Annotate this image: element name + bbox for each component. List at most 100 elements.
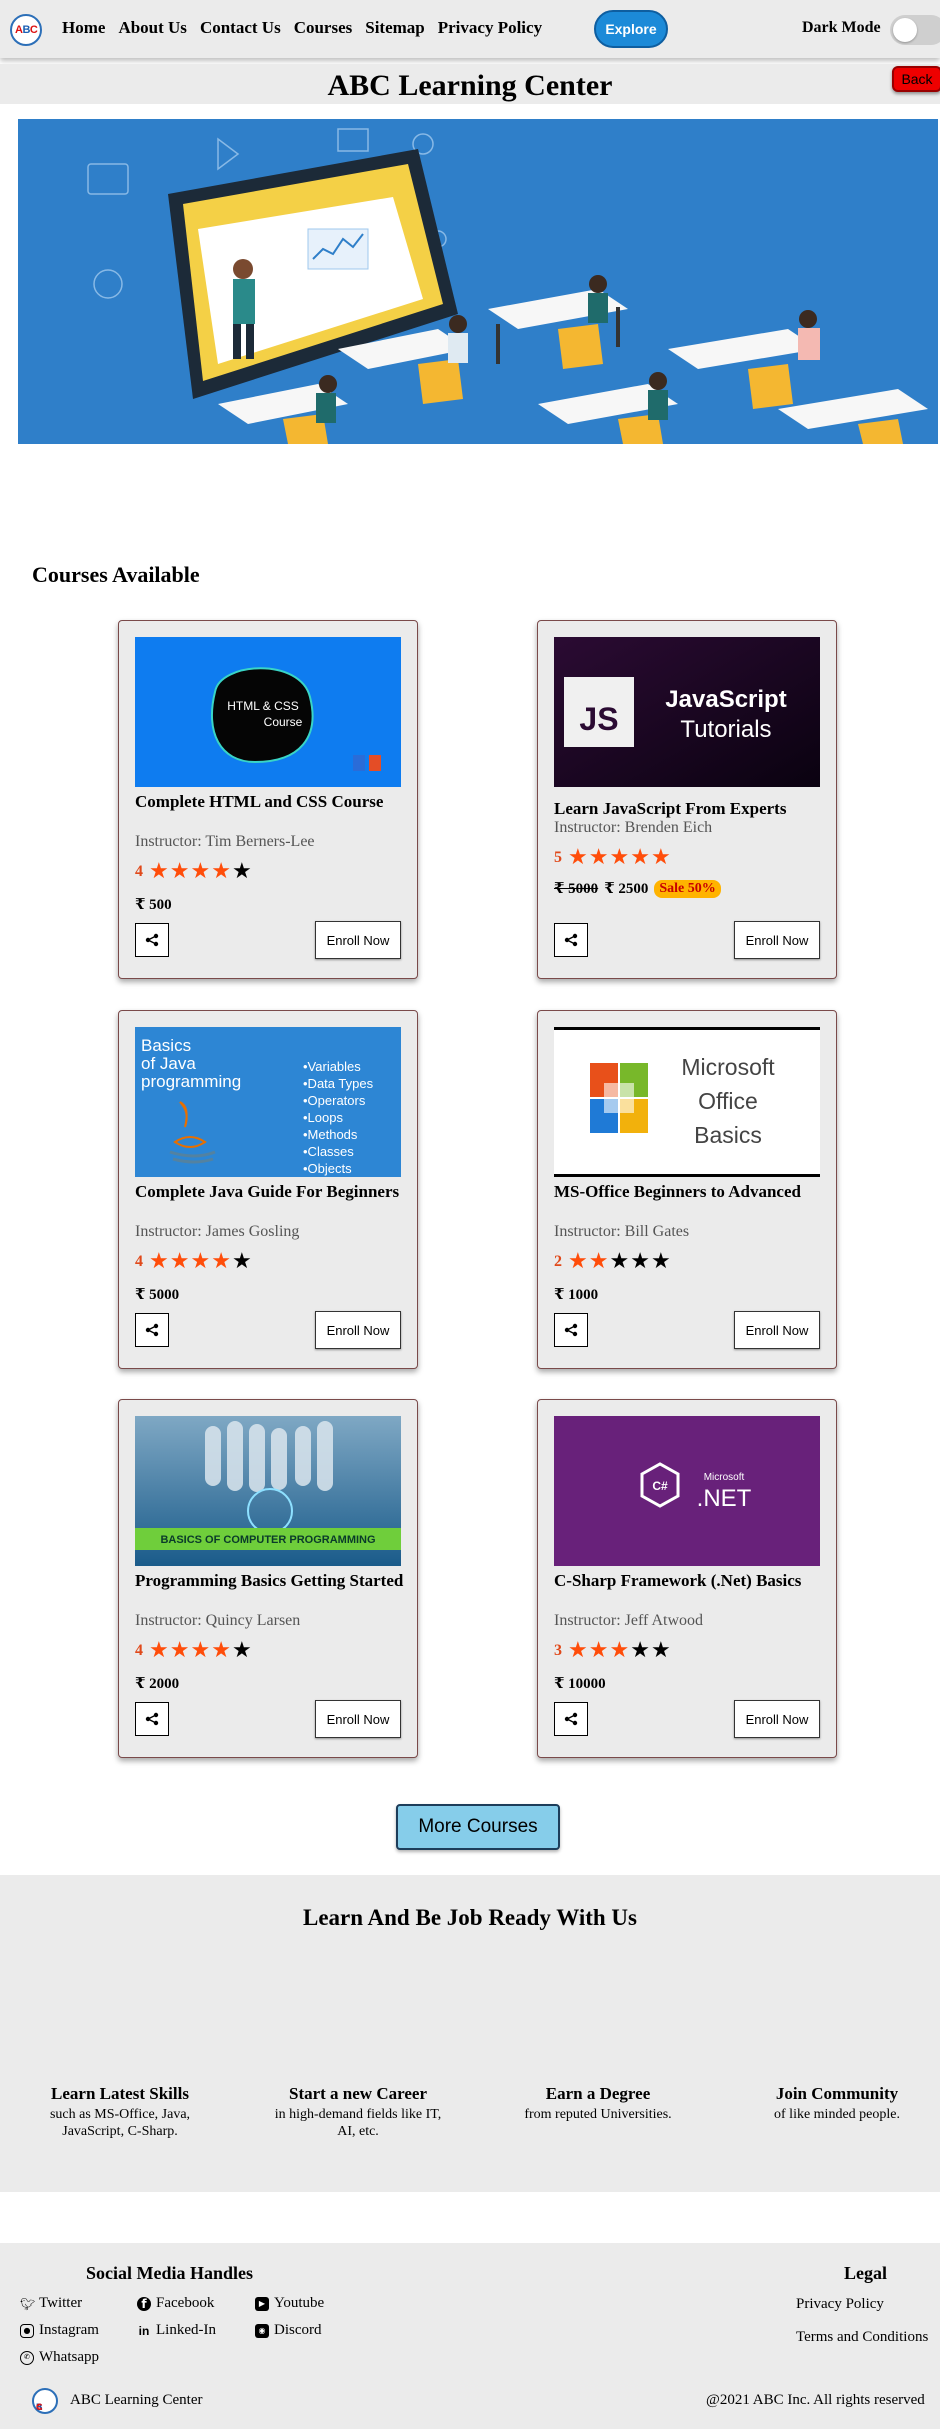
copyright: @2021 ABC Inc. All rights reserved [706,2392,925,2408]
dark-mode-toggle[interactable] [890,15,940,45]
rating-value: 5 [554,849,562,866]
social-linkedin[interactable]: in Linked-In [137,2322,216,2339]
course-price: ₹ 10000 [554,1674,606,1693]
svg-text:Office: Office [698,1088,758,1114]
svg-text:BASICS OF COMPUTER PROGRAMMING: BASICS OF COMPUTER PROGRAMMING [160,1534,375,1546]
footer-logo[interactable]: ABC [32,2388,58,2414]
course-card-html-css: HTML & CSS Course Complete HTML and CSS … [118,620,418,979]
enroll-button[interactable]: Enroll Now [734,1700,820,1738]
star-icon: ★ [169,859,190,884]
svg-text:JS: JS [579,701,618,737]
nav-courses[interactable]: Courses [294,18,353,38]
course-card-javascript: JS JavaScript Tutorials Learn JavaScript… [537,620,837,979]
social-twitter[interactable]: 🐦︎ Twitter [20,2295,82,2312]
svg-text:JavaScript: JavaScript [665,686,786,713]
course-image[interactable]: Microsoft Office Basics [554,1027,820,1177]
share-button[interactable] [135,1702,169,1736]
nav-home[interactable]: Home [62,18,105,38]
course-title: Complete HTML and CSS Course [135,792,384,811]
share-button[interactable] [135,1313,169,1347]
star-icon: ★ [568,1638,588,1663]
rating-value: 4 [135,1642,143,1659]
social-facebook[interactable]: f Facebook [137,2295,214,2312]
enroll-button[interactable]: Enroll Now [315,1700,401,1738]
nav-privacy-policy[interactable]: Privacy Policy [438,18,542,38]
nav-contact-us[interactable]: Contact Us [200,18,281,38]
svg-text:•Classes: •Classes [303,1144,354,1159]
old-price: ₹ 5000 [554,881,599,897]
price-value: ₹ 2500 [604,881,649,897]
star-icon: ★ [149,1249,169,1274]
star-icon: ★ [169,1638,190,1663]
course-instructor: Instructor: Brenden Eich [554,819,713,836]
social-whatsapp[interactable]: ✆ Whatsapp [20,2349,99,2366]
share-button[interactable] [554,1702,588,1736]
price-value: ₹ 10000 [554,1676,606,1692]
price-value: ₹ 2000 [135,1676,180,1692]
course-image[interactable]: BASICS OF COMPUTER PROGRAMMING [135,1416,401,1566]
site-logo[interactable]: ABC [10,14,42,46]
share-icon [564,1323,578,1337]
nav-about-us[interactable]: About Us [118,18,187,38]
toggle-knob [893,18,917,42]
price-value: ₹ 5000 [135,1287,180,1303]
star-icon: ★ [231,859,252,884]
svg-text:•Variables: •Variables [303,1059,361,1074]
share-button[interactable] [135,923,169,957]
course-image[interactable]: C# Microsoft .NET [554,1416,820,1566]
svg-text:C#: C# [652,1479,668,1493]
star-icon: ★ [211,1638,231,1663]
feature-title: Earn a Degree [545,2084,651,2103]
hero-banner [18,119,938,444]
course-instructor: Instructor: Bill Gates [554,1223,690,1240]
social-instagram[interactable]: ● Instagram [20,2322,99,2339]
share-button[interactable] [554,923,588,957]
course-instructor: Instructor: Jeff Atwood [554,1612,704,1629]
explore-button[interactable]: Explore [594,10,668,48]
back-button[interactable]: Back [892,66,940,92]
sale-badge: Sale 50% [654,879,721,898]
svg-text:•Operators: •Operators [303,1093,366,1108]
share-icon [564,933,578,947]
page-title: ABC Learning Center [327,69,613,102]
legal-heading: Legal [844,2263,887,2283]
privacy-policy-link[interactable]: Privacy Policy [796,2296,884,2313]
share-button[interactable] [554,1313,588,1347]
price-value: ₹ 1000 [554,1287,599,1303]
course-card-csharp-dotnet: C# Microsoft .NET C-Sharp Framework (.Ne… [537,1399,837,1758]
svg-text:Tutorials: Tutorials [680,716,771,743]
svg-text:HTML & CSS: HTML & CSS [227,699,299,713]
course-image[interactable]: JS JavaScript Tutorials [554,637,820,787]
svg-text:Microsoft: Microsoft [704,1472,745,1483]
course-title: Complete Java Guide For Beginners [135,1182,400,1201]
social-discord[interactable]: ◉ Discord [255,2322,322,2339]
course-image[interactable]: HTML & CSS Course [135,637,401,787]
course-image[interactable]: Basics of Java programming •Variables •D… [135,1027,401,1177]
courses-heading: Courses Available [32,562,200,587]
star-icon: ★ [211,859,231,884]
more-courses-button[interactable]: More Courses [396,1804,560,1850]
enroll-button[interactable]: Enroll Now [734,1311,820,1349]
course-card-ms-office: Microsoft Office Basics MS-Office Beginn… [537,1010,837,1369]
star-icon: ★ [609,845,630,870]
enroll-button[interactable]: Enroll Now [734,921,820,959]
rating-value: 4 [135,1253,143,1270]
course-rating: 4 ★ ★ ★ ★ ★ [135,1640,253,1662]
dark-mode-label: Dark Mode [802,19,881,36]
feature-title: Join Community [775,2084,899,2103]
facebook-icon: f [137,2296,151,2311]
star-icon: ★ [609,1638,630,1663]
star-icon: ★ [588,1249,609,1274]
terms-link[interactable]: Terms and Conditions [796,2329,928,2346]
enroll-button[interactable]: Enroll Now [315,1311,401,1349]
svg-text:Course: Course [264,715,303,729]
social-youtube[interactable]: ▶ Youtube [255,2295,324,2312]
rating-value: 2 [554,1253,562,1270]
share-icon [145,1712,159,1726]
nav-sitemap[interactable]: Sitemap [365,18,425,38]
hero-illustration [18,119,938,444]
course-rating: 5 ★ ★ ★ ★ ★ [554,847,672,869]
enroll-button[interactable]: Enroll Now [315,921,401,959]
social-label: Whatsapp [39,2349,99,2365]
share-icon [145,1323,159,1337]
